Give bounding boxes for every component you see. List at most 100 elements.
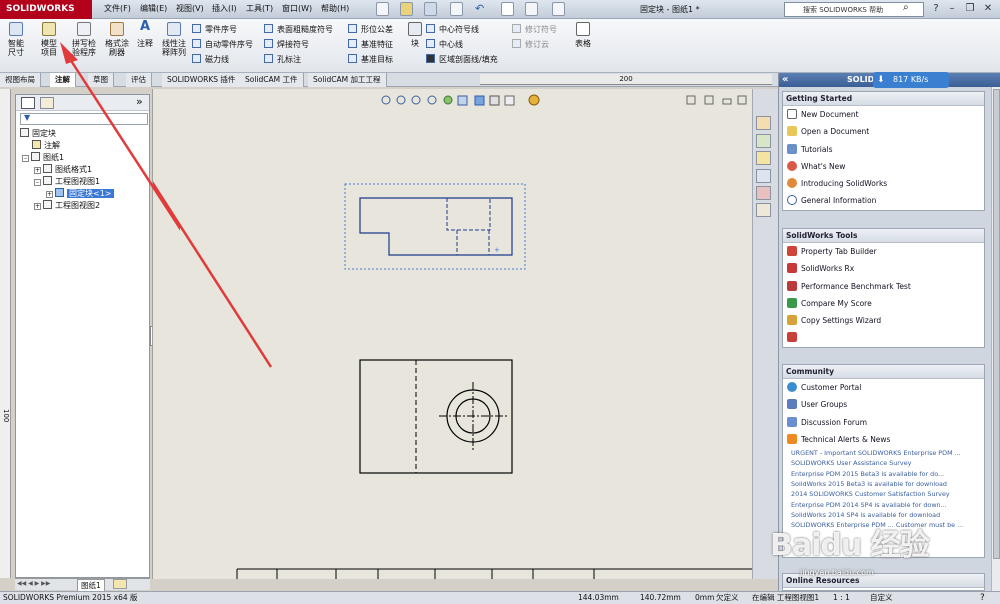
new-document-icon[interactable] bbox=[376, 2, 389, 16]
feature-tree-tab-icon[interactable] bbox=[21, 97, 35, 109]
table-button[interactable]: 表格 bbox=[572, 22, 594, 48]
collapse-pane-icon[interactable]: « bbox=[782, 73, 788, 87]
help-icon[interactable]: ? bbox=[928, 2, 944, 16]
new-document-icon bbox=[787, 109, 797, 119]
select-cursor-icon[interactable] bbox=[501, 2, 514, 16]
minimize-button[interactable]: – bbox=[944, 2, 960, 16]
general-information-link[interactable]: General Information bbox=[783, 192, 984, 209]
customer-portal-link[interactable]: Customer Portal bbox=[783, 379, 984, 396]
centerline-button[interactable]: 中心线 bbox=[426, 37, 498, 52]
news-item[interactable]: Enterprise PDM 2015 Beta3 is available f… bbox=[783, 469, 984, 479]
file-explorer-tab-icon[interactable] bbox=[756, 151, 771, 165]
menu-window[interactable]: 窗口(W) bbox=[282, 3, 312, 14]
new-document-link[interactable]: New Document bbox=[783, 106, 984, 123]
benchmark-test-link[interactable]: Performance Benchmark Test bbox=[783, 278, 984, 295]
menu-file[interactable]: 文件(F) bbox=[104, 3, 131, 14]
view-palette-tab-icon[interactable] bbox=[756, 169, 771, 183]
hole-callout-button[interactable]: 孔标注 bbox=[264, 52, 333, 67]
compare-score-link[interactable]: Compare My Score bbox=[783, 295, 984, 312]
collapse-icon[interactable]: – bbox=[22, 155, 29, 162]
tutorials-link[interactable]: Tutorials bbox=[783, 141, 984, 158]
menu-help[interactable]: 帮助(H) bbox=[321, 3, 349, 14]
task-pane-scrollbar[interactable] bbox=[991, 87, 1000, 591]
sheet-scale[interactable]: 1 : 1 bbox=[833, 592, 850, 604]
property-tab-builder-link[interactable]: Property Tab Builder bbox=[783, 243, 984, 260]
view1-selection-box[interactable] bbox=[344, 183, 526, 270]
balloon-button[interactable]: 零件序号 bbox=[192, 22, 253, 37]
front-view-outline[interactable] bbox=[359, 197, 513, 256]
restore-button[interactable]: ❐ bbox=[962, 2, 978, 16]
news-item[interactable]: 2014 SOLIDWORKS Customer Satisfaction Su… bbox=[783, 489, 984, 499]
rebuild-icon[interactable] bbox=[525, 2, 538, 16]
download-icon: ⬇ bbox=[877, 75, 885, 85]
user-groups-link[interactable]: User Groups bbox=[783, 396, 984, 413]
display-style-icon bbox=[489, 95, 500, 106]
definition-state: 欠定义 bbox=[716, 593, 739, 602]
revision-symbol-button[interactable]: 修订符号 bbox=[512, 22, 557, 37]
add-sheet-icon[interactable] bbox=[113, 579, 127, 589]
search-icon[interactable]: ⌕ bbox=[903, 2, 909, 13]
magnetic-line-button[interactable]: 磁力线 bbox=[192, 52, 253, 67]
auto-balloon-icon bbox=[192, 39, 201, 48]
technical-alerts-link[interactable]: Technical Alerts & News bbox=[783, 431, 984, 448]
geometric-tolerance-button[interactable]: 形位公差 bbox=[348, 22, 393, 37]
solidworks-logo[interactable]: SOLIDWORKS bbox=[0, 0, 92, 19]
menu-view[interactable]: 视图(V) bbox=[176, 3, 204, 14]
tab-solidcam-machining[interactable]: SolidCAM 加工工程 bbox=[308, 73, 387, 87]
heads-up-view-toolbar[interactable] bbox=[381, 94, 540, 106]
surface-finish-button[interactable]: 表面粗糙度符号 bbox=[264, 22, 333, 37]
scrollbar-thumb[interactable] bbox=[993, 89, 1000, 559]
solidworks-resources-tab-icon[interactable] bbox=[756, 116, 771, 130]
solidworks-rx-link[interactable]: SolidWorks Rx bbox=[783, 260, 984, 277]
discussion-forum-link[interactable]: Discussion Forum bbox=[783, 414, 984, 431]
appearances-tab-icon[interactable] bbox=[756, 186, 771, 200]
introducing-solidworks-link[interactable]: Introducing SolidWorks bbox=[783, 175, 984, 192]
community-header[interactable]: Community bbox=[783, 365, 984, 379]
hatch-fill-button[interactable]: 区域剖面线/填充 bbox=[426, 52, 498, 67]
print-icon[interactable] bbox=[450, 2, 463, 16]
menu-edit[interactable]: 编辑(E) bbox=[140, 3, 167, 14]
close-button[interactable]: ✕ bbox=[980, 2, 996, 16]
center-mark-button[interactable]: 中心符号线 bbox=[426, 22, 498, 37]
sheet-nav-arrows[interactable]: ◀◀ ◀ ▶ ▶▶ bbox=[17, 580, 50, 587]
annotation-col-1: 零件序号 自动零件序号 磁力线 bbox=[192, 22, 253, 67]
units-selector[interactable]: 自定义 bbox=[870, 592, 893, 604]
menu-tools[interactable]: 工具(T) bbox=[246, 3, 273, 14]
datum-feature-button[interactable]: 基准特征 bbox=[348, 37, 393, 52]
auto-balloon-button[interactable]: 自动零件序号 bbox=[192, 37, 253, 52]
top-view-outline[interactable] bbox=[359, 359, 513, 474]
revision-symbol-icon bbox=[512, 24, 521, 33]
magnetic-line-icon bbox=[192, 54, 201, 63]
rotate-icon bbox=[443, 95, 453, 105]
solidworks-tools-header[interactable]: SolidWorks Tools bbox=[783, 229, 984, 243]
getting-started-header[interactable]: Getting Started bbox=[783, 92, 984, 106]
status-bar: SOLIDWORKS Premium 2015 x64 版 144.03mm 1… bbox=[0, 591, 1000, 604]
smart-dimension-button[interactable]: 智能尺寸 bbox=[3, 22, 29, 57]
revision-cloud-button[interactable]: 修订云 bbox=[512, 37, 557, 52]
viewport-window-buttons[interactable] bbox=[686, 95, 747, 105]
tab-solidcam-stock[interactable]: SolidCAM 工件 bbox=[240, 73, 304, 87]
extra-tool-link[interactable] bbox=[783, 329, 984, 346]
options-icon[interactable] bbox=[552, 2, 565, 16]
copy-settings-link[interactable]: Copy Settings Wizard bbox=[783, 312, 984, 329]
design-library-tab-icon[interactable] bbox=[756, 134, 771, 148]
news-item[interactable]: SOLIDWORKS User Assistance Survey bbox=[783, 458, 984, 468]
news-item[interactable]: SolidWorks 2015 Beta3 is available for d… bbox=[783, 479, 984, 489]
open-document-link[interactable]: Open a Document bbox=[783, 123, 984, 140]
drawing-canvas[interactable]: + bbox=[152, 89, 753, 579]
undo-icon[interactable]: ↶ bbox=[475, 2, 488, 16]
block-button[interactable]: 块 bbox=[408, 22, 422, 48]
tab-view-layout[interactable]: 视图布局 bbox=[0, 73, 41, 87]
datum-target-button[interactable]: 基准目标 bbox=[348, 52, 393, 67]
portal-icon bbox=[787, 382, 797, 392]
custom-properties-tab-icon[interactable] bbox=[756, 203, 771, 217]
save-icon[interactable] bbox=[424, 2, 437, 16]
menu-insert[interactable]: 插入(I) bbox=[212, 3, 237, 14]
news-item[interactable]: URGENT - Important SOLIDWORKS Enterprise… bbox=[783, 448, 984, 458]
help-tooltip-icon[interactable]: ? bbox=[980, 592, 985, 604]
news-item[interactable]: SolidWorks 2014 SP4 is available for dow… bbox=[783, 510, 984, 520]
news-item[interactable]: Enterprise PDM 2014 SP4 is available for… bbox=[783, 500, 984, 510]
whats-new-link[interactable]: What's New bbox=[783, 158, 984, 175]
weld-symbol-button[interactable]: 焊接符号 bbox=[264, 37, 333, 52]
open-folder-icon[interactable] bbox=[400, 2, 413, 16]
